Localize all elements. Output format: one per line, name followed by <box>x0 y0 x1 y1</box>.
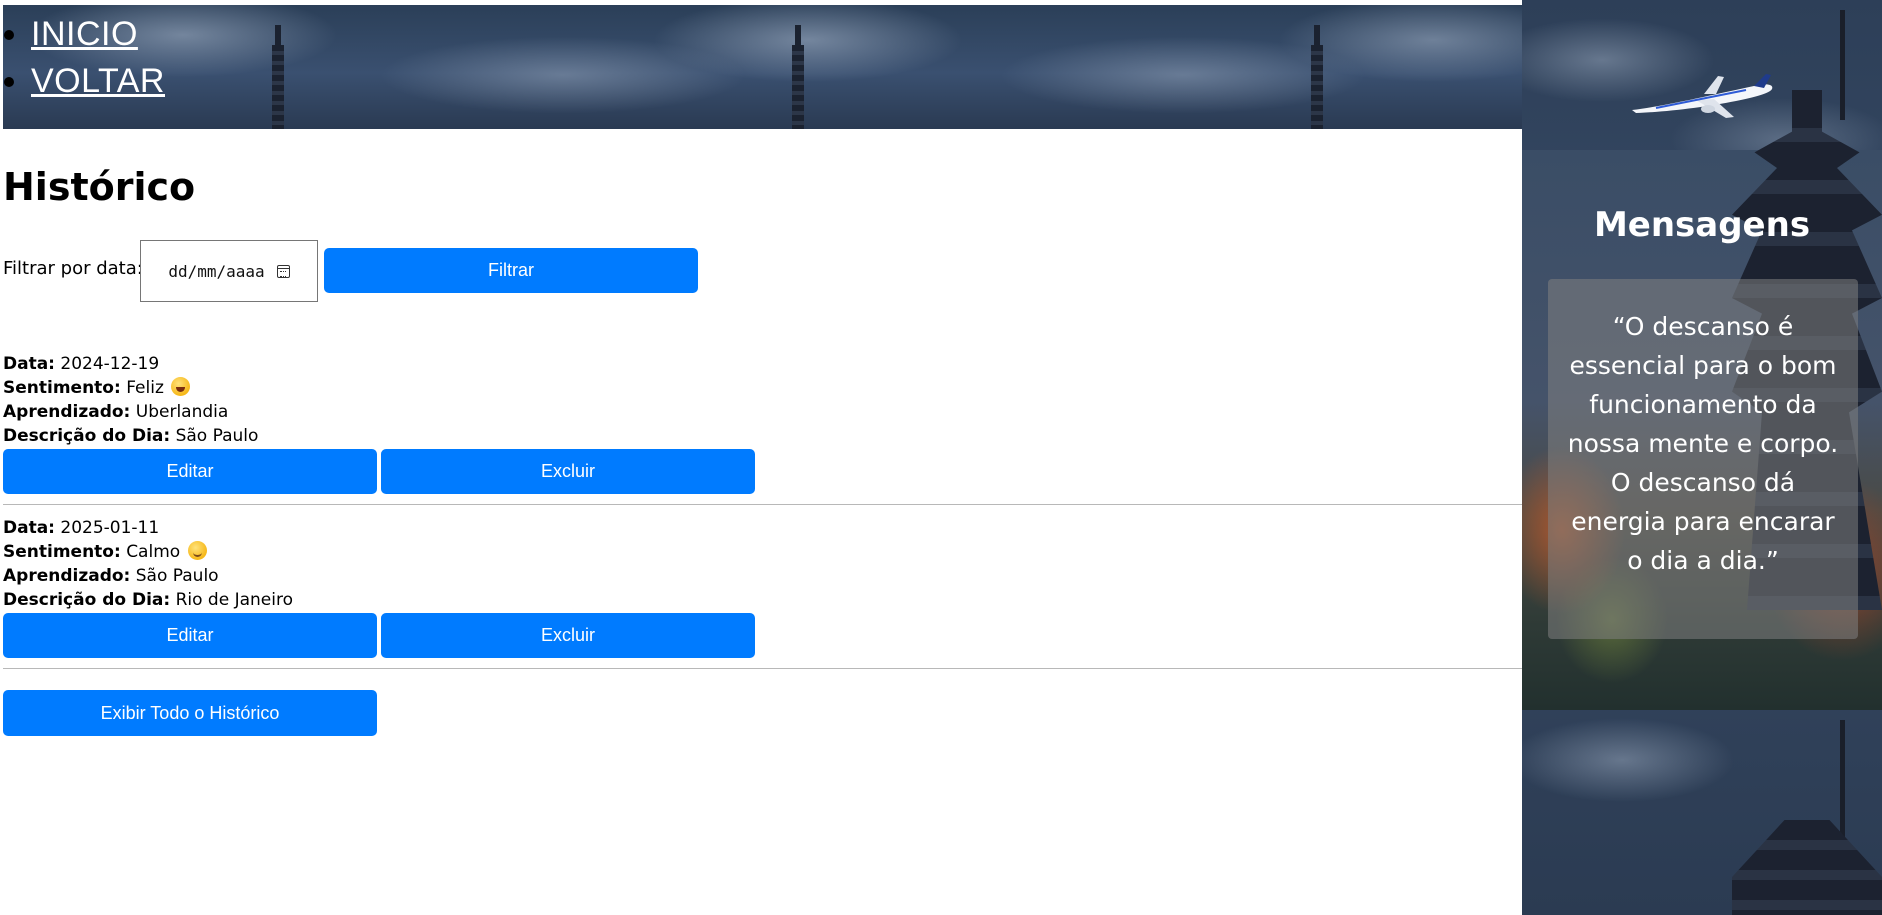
entry-learning-line: Aprendizado: São Paulo <box>3 564 1522 588</box>
entry-date-value: 2025-01-11 <box>60 518 160 538</box>
pagoda-image <box>1732 820 1882 915</box>
edit-button[interactable]: Editar <box>3 449 377 494</box>
entry-description-line: Descrição do Dia: Rio de Janeiro <box>3 588 1522 612</box>
entry-feeling-label: Sentimento: <box>3 378 121 398</box>
entry-feeling-value: Feliz <box>126 378 164 398</box>
pagoda-spire-image <box>1311 25 1323 129</box>
nav-link-voltar[interactable]: VOLTAR <box>31 62 165 100</box>
header-banner: INICIO VOLTAR <box>3 5 1522 129</box>
entry-date-label: Data: <box>3 354 55 374</box>
entry-feeling-line: Sentimento: Feliz <box>3 376 1522 400</box>
filter-label: Filtrar por data: <box>3 258 143 279</box>
calendar-icon[interactable] <box>276 264 290 278</box>
grinning-face-icon <box>171 377 191 396</box>
entry-description-label: Descrição do Dia: <box>3 426 171 446</box>
quote-box: “O descanso é essencial para o bom funci… <box>1548 279 1858 639</box>
entry-divider <box>3 668 1522 669</box>
date-placeholder: dd/mm/aaaa <box>168 261 265 281</box>
airplane-icon <box>1632 74 1773 118</box>
messages-sidebar: Mensagens “O descanso é essencial para o… <box>1522 0 1882 915</box>
nav-item-inicio: INICIO <box>31 11 165 58</box>
nav-item-voltar: VOLTAR <box>31 58 165 105</box>
entry-learning-label: Aprendizado: <box>3 402 131 422</box>
delete-button[interactable]: Excluir <box>381 613 755 658</box>
entry-divider <box>3 504 1522 505</box>
entry-feeling-label: Sentimento: <box>3 542 121 562</box>
entry-description-label: Descrição do Dia: <box>3 590 171 610</box>
history-entry: Data: 2025-01-11 Sentimento: Calmo Apren… <box>3 516 1522 612</box>
pagoda-spire-image <box>272 25 284 129</box>
entry-feeling-line: Sentimento: Calmo <box>3 540 1522 564</box>
relieved-face-icon <box>187 541 207 560</box>
entry-learning-label: Aprendizado: <box>3 566 131 586</box>
entry-description-value: São Paulo <box>175 426 259 446</box>
pagoda-spire-image <box>792 25 804 129</box>
entry-learning-value: São Paulo <box>135 566 219 586</box>
nav-menu: INICIO VOLTAR <box>3 11 165 105</box>
show-all-history-button[interactable]: Exibir Todo o Histórico <box>3 690 377 736</box>
entry-feeling-value: Calmo <box>126 542 181 562</box>
pagoda-spire-image <box>1840 10 1845 120</box>
history-entry: Data: 2024-12-19 Sentimento: Feliz Apren… <box>3 352 1522 448</box>
page: INICIO VOLTAR Histórico Filtrar por data… <box>0 0 1882 915</box>
entry-learning-value: Uberlandia <box>135 402 229 422</box>
entry-learning-line: Aprendizado: Uberlandia <box>3 400 1522 424</box>
page-title: Histórico <box>3 165 196 209</box>
filter-row: Filtrar por data: dd/mm/aaaa Filtrar <box>3 240 903 302</box>
edit-button[interactable]: Editar <box>3 613 377 658</box>
quote-text: “O descanso é essencial para o bom funci… <box>1567 312 1839 575</box>
entry-description-value: Rio de Janeiro <box>175 590 293 610</box>
entry-date-label: Data: <box>3 518 55 538</box>
filter-button[interactable]: Filtrar <box>324 248 698 293</box>
entry-date-line: Data: 2024-12-19 <box>3 352 1522 376</box>
entry-description-line: Descrição do Dia: São Paulo <box>3 424 1522 448</box>
entry-date-value: 2024-12-19 <box>60 354 160 374</box>
delete-button[interactable]: Excluir <box>381 449 755 494</box>
messages-title: Mensagens <box>1593 205 1811 245</box>
entry-date-line: Data: 2025-01-11 <box>3 516 1522 540</box>
date-filter-input[interactable]: dd/mm/aaaa <box>140 240 318 302</box>
nav-link-inicio[interactable]: INICIO <box>31 15 138 53</box>
